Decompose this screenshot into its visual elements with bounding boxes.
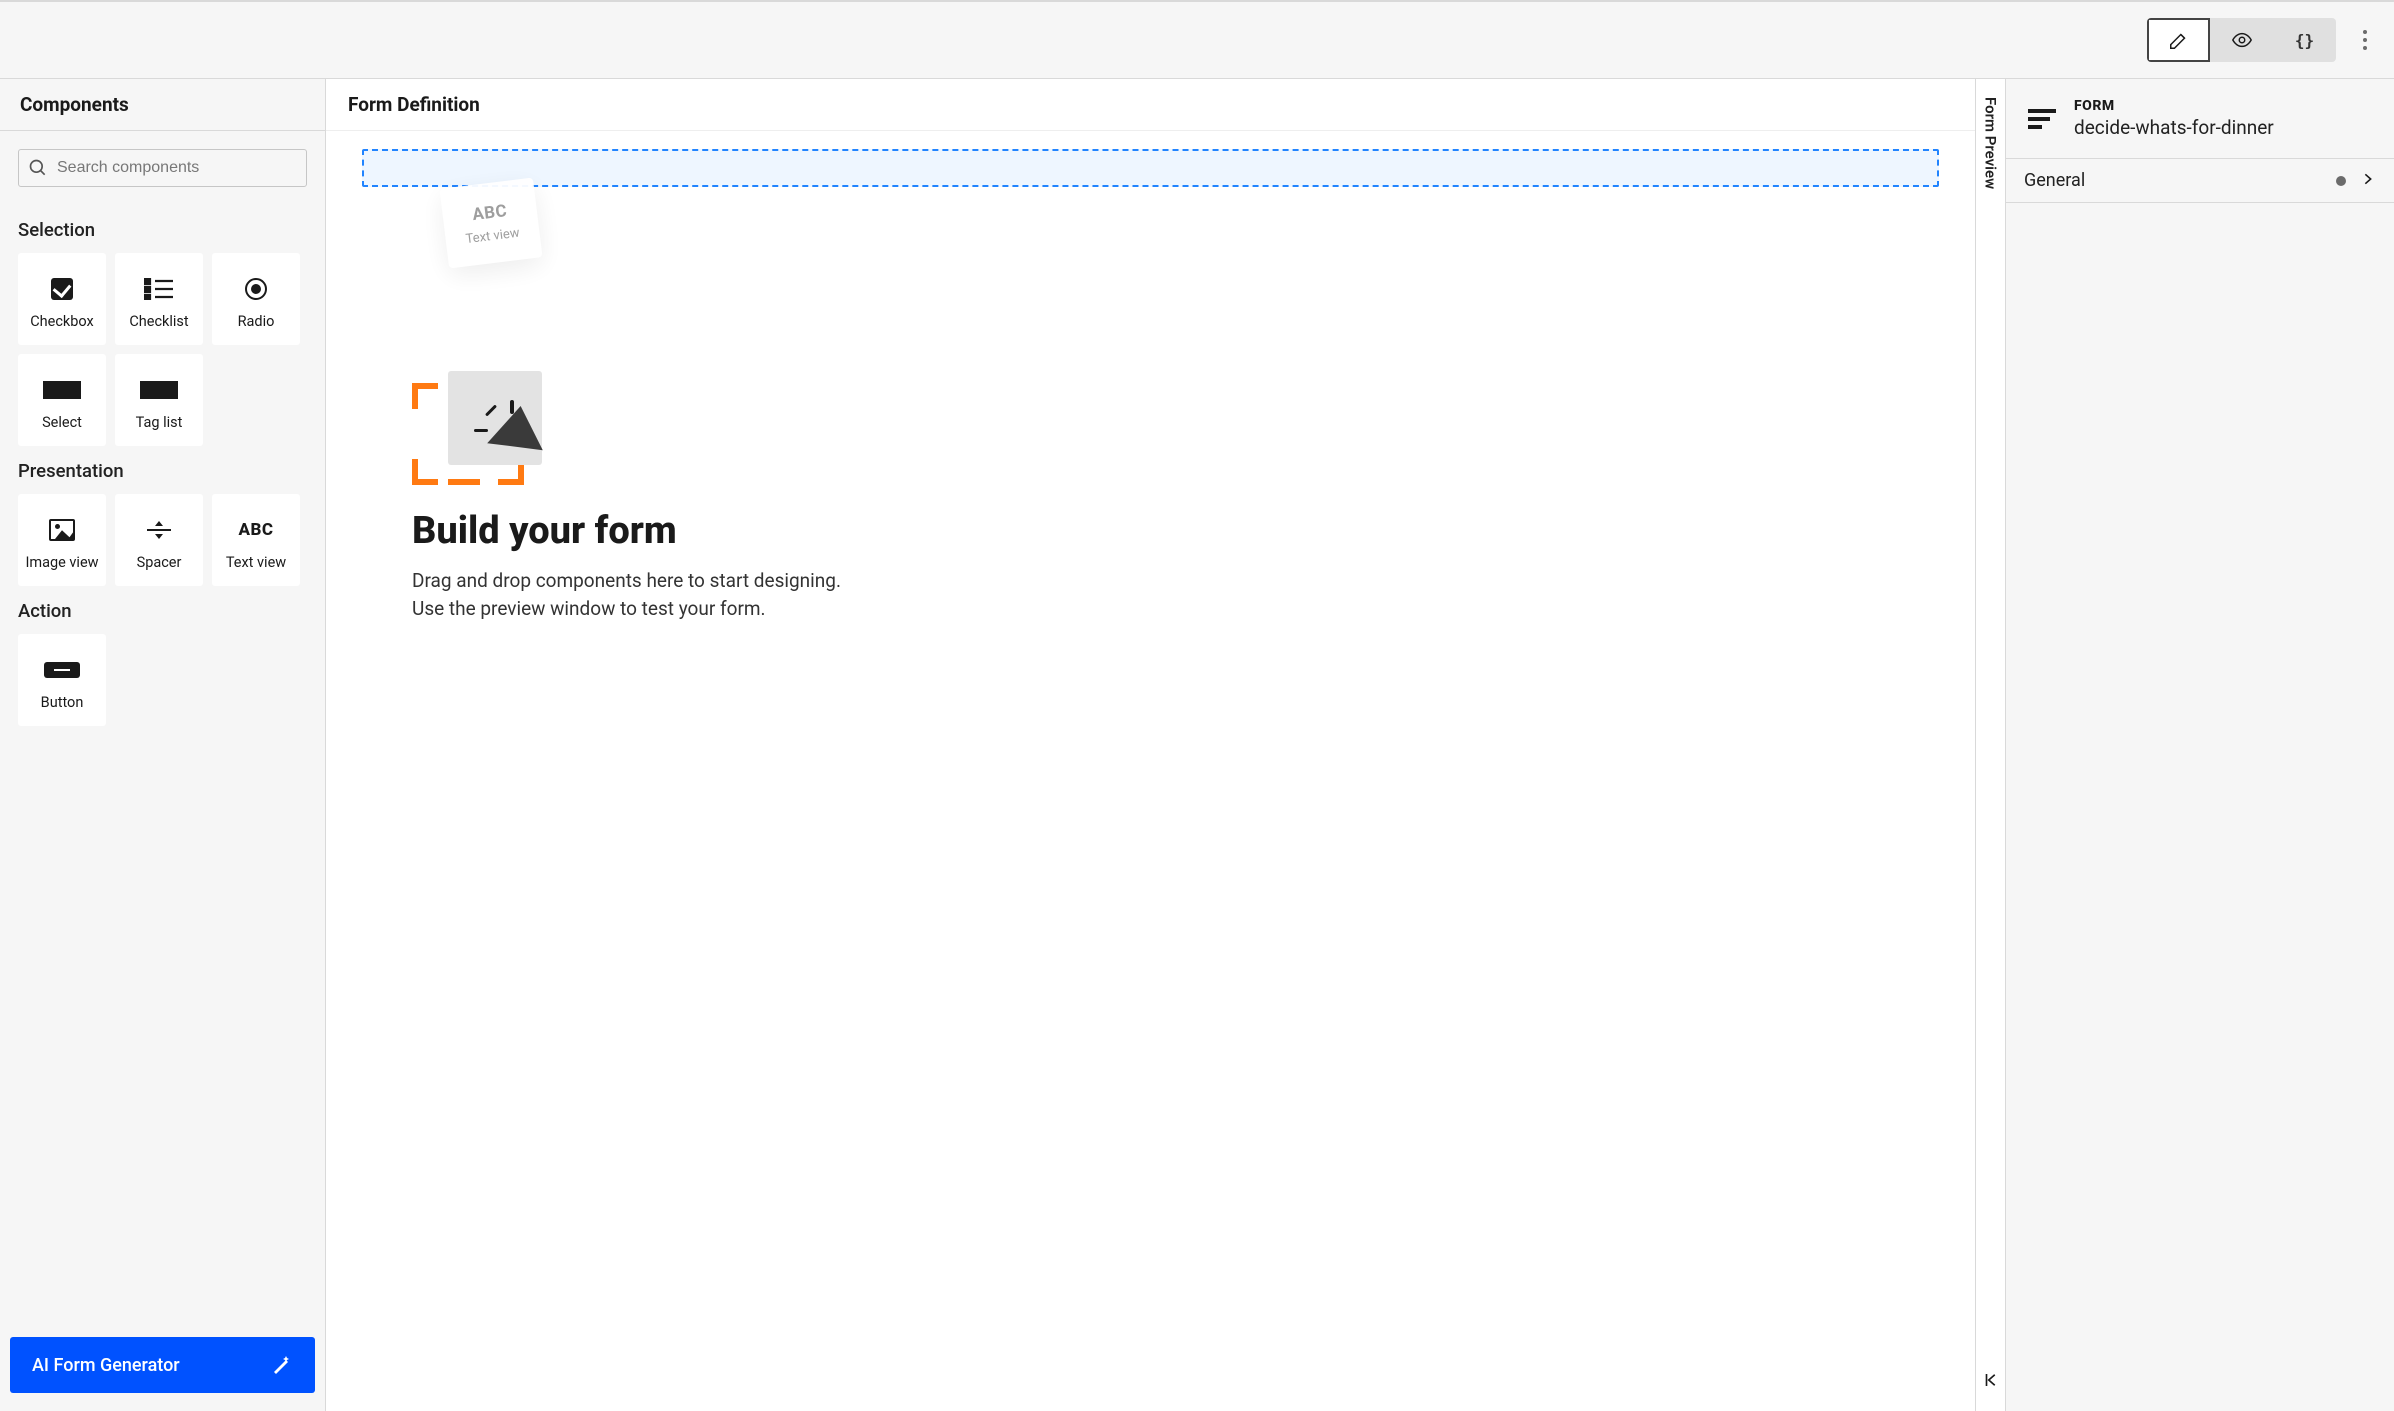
ai-form-generator-button[interactable]: AI Form Generator bbox=[10, 1337, 315, 1393]
ai-button-label: AI Form Generator bbox=[32, 1355, 180, 1376]
component-spacer[interactable]: Spacer bbox=[115, 494, 203, 586]
components-panel: Components Selection Checkbox bbox=[0, 79, 326, 1411]
eye-icon bbox=[2231, 29, 2253, 51]
checkbox-icon bbox=[51, 278, 73, 300]
tile-label: Select bbox=[42, 414, 82, 431]
code-mode-button[interactable]: {} bbox=[2273, 18, 2336, 62]
section-general-label: General bbox=[2024, 170, 2085, 191]
empty-state: Build your form Drag and drop components… bbox=[412, 371, 841, 622]
empty-state-illustration bbox=[412, 371, 572, 491]
form-preview-label: Form Preview bbox=[1982, 97, 2000, 189]
text-icon: ABC bbox=[238, 520, 273, 540]
spacer-icon bbox=[139, 516, 179, 544]
preview-mode-button[interactable] bbox=[2210, 18, 2273, 62]
tile-label: Image view bbox=[25, 554, 98, 571]
text-icon: ABC bbox=[471, 201, 508, 225]
expand-preview-button[interactable] bbox=[1982, 1371, 2000, 1393]
component-radio[interactable]: Radio bbox=[212, 253, 300, 345]
select-icon bbox=[42, 376, 82, 404]
component-taglist[interactable]: Tag list bbox=[115, 354, 203, 446]
tile-label: Radio bbox=[238, 313, 275, 330]
form-name: decide-whats-for-dinner bbox=[2074, 116, 2274, 139]
edit-mode-button[interactable] bbox=[2147, 18, 2210, 62]
mode-toggle-group: {} bbox=[2147, 18, 2336, 62]
category-presentation-title: Presentation bbox=[18, 460, 307, 482]
tile-label: Text view bbox=[226, 554, 286, 571]
top-toolbar: {} bbox=[0, 0, 2394, 79]
tile-label: Tag list bbox=[136, 414, 183, 431]
braces-icon: {} bbox=[2295, 31, 2314, 50]
components-panel-title: Components bbox=[0, 79, 325, 131]
component-checkbox[interactable]: Checkbox bbox=[18, 253, 106, 345]
form-canvas: Form Definition ABC Text view Build your… bbox=[326, 79, 1976, 1411]
drop-zone[interactable] bbox=[362, 149, 1939, 187]
category-action-title: Action bbox=[18, 600, 307, 622]
chevron-right-icon bbox=[2360, 171, 2376, 191]
dirty-indicator-icon bbox=[2336, 176, 2346, 186]
drag-ghost-text-view: ABC Text view bbox=[439, 178, 542, 269]
tile-label: Checkbox bbox=[30, 313, 94, 330]
drag-ghost-label: Text view bbox=[465, 225, 521, 246]
checklist-icon bbox=[139, 275, 179, 303]
component-text-view[interactable]: ABC Text view bbox=[212, 494, 300, 586]
components-scroller[interactable]: Selection Checkbox bbox=[0, 205, 325, 1327]
empty-state-text: Drag and drop components here to start d… bbox=[412, 567, 841, 622]
magic-wand-icon bbox=[269, 1353, 293, 1377]
category-selection-title: Selection bbox=[18, 219, 307, 241]
search-wrap bbox=[0, 131, 325, 205]
button-icon bbox=[44, 662, 80, 678]
search-input[interactable] bbox=[18, 149, 307, 187]
form-icon bbox=[2028, 109, 2056, 129]
tile-label: Button bbox=[41, 694, 84, 711]
canvas-body[interactable]: ABC Text view Build your form Drag and d… bbox=[326, 131, 1975, 1411]
component-select[interactable]: Select bbox=[18, 354, 106, 446]
pencil-icon bbox=[2168, 29, 2190, 51]
form-eyebrow: FORM bbox=[2074, 98, 2274, 114]
component-image-view[interactable]: Image view bbox=[18, 494, 106, 586]
taglist-icon bbox=[139, 376, 179, 404]
chevron-first-icon bbox=[1982, 1371, 2000, 1389]
tile-label: Spacer bbox=[137, 554, 182, 571]
empty-state-heading: Build your form bbox=[412, 509, 841, 553]
component-checklist[interactable]: Checklist bbox=[115, 253, 203, 345]
search-icon bbox=[28, 158, 48, 178]
image-icon bbox=[49, 519, 75, 541]
more-menu-button[interactable] bbox=[2350, 25, 2380, 55]
form-preview-strip: Form Preview bbox=[1976, 79, 2006, 1411]
component-button[interactable]: Button bbox=[18, 634, 106, 726]
section-general[interactable]: General bbox=[2006, 159, 2394, 203]
properties-panel: FORM decide-whats-for-dinner General bbox=[2006, 79, 2394, 1411]
radio-icon bbox=[245, 278, 267, 300]
canvas-title: Form Definition bbox=[326, 79, 1975, 131]
form-header: FORM decide-whats-for-dinner bbox=[2006, 79, 2394, 159]
tile-label: Checklist bbox=[129, 313, 188, 330]
